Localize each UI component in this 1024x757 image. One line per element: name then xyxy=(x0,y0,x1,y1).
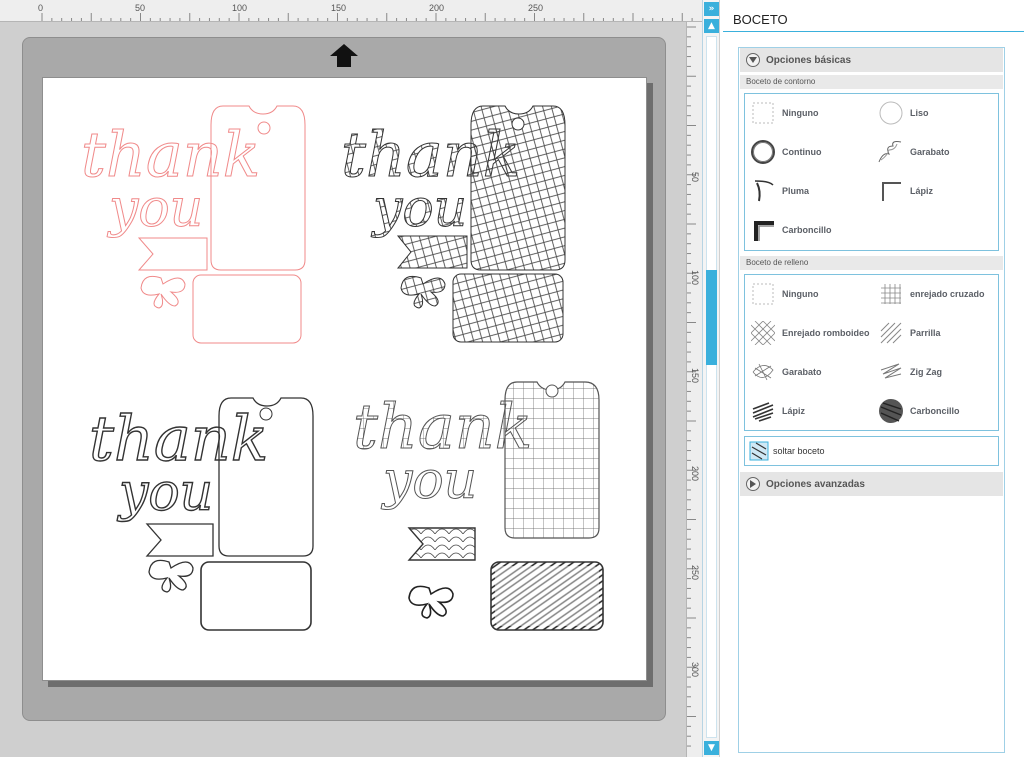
you-text: you xyxy=(107,179,203,239)
design-grid-scribble[interactable]: thank you xyxy=(353,381,604,631)
ruler-label: 200 xyxy=(690,466,700,482)
fill-option-enrejado-romboideo[interactable]: Enrejado romboideo xyxy=(745,316,871,350)
design-red-outline[interactable]: thank you xyxy=(81,105,306,344)
scribble-fill-icon xyxy=(749,358,777,386)
ruler-label: 300 xyxy=(690,662,700,678)
option-label: Continuo xyxy=(782,147,822,157)
outline-option-garabato[interactable]: Garabato xyxy=(873,135,999,169)
outline-option-carboncillo[interactable]: Carboncillo xyxy=(745,213,871,247)
fill-option-carboncillo[interactable]: Carboncillo xyxy=(873,394,999,428)
fill-option-parrilla[interactable]: Parrilla xyxy=(873,316,999,350)
basic-options-toggle[interactable]: Opciones básicas xyxy=(740,48,1003,72)
design-sketch-outline[interactable]: thank you xyxy=(88,397,314,631)
ruler-label: 50 xyxy=(690,172,700,183)
none-icon xyxy=(749,99,777,127)
fill-option-lapiz[interactable]: Lápiz xyxy=(745,394,871,428)
paper-sheet[interactable]: thank you thank you thank you thank you xyxy=(42,77,647,681)
outline-option-ninguno[interactable]: Ninguno xyxy=(745,96,871,130)
canvas-area[interactable]: 0 50 100 150 200 250 50 100 150 200 250 … xyxy=(0,0,719,757)
outline-option-continuo[interactable]: Continuo xyxy=(745,135,871,169)
horizontal-ruler: 0 50 100 150 200 250 xyxy=(0,0,702,22)
scribble-icon xyxy=(877,138,905,166)
fill-sketch-subtitle: Boceto de relleno xyxy=(740,256,1003,270)
fill-option-garabato[interactable]: Garabato xyxy=(745,355,871,389)
outline-option-pluma[interactable]: Pluma xyxy=(745,174,871,208)
expand-panel-button[interactable]: » xyxy=(704,2,719,16)
none-icon xyxy=(749,280,777,308)
you-text: you xyxy=(371,179,467,239)
ruler-label: 250 xyxy=(690,565,700,581)
design-artwork[interactable]: thank you thank you thank you thank you xyxy=(43,78,648,682)
panel-title: BOCETO xyxy=(733,12,788,27)
feed-direction-arrow-icon xyxy=(330,44,358,67)
vertical-scrollbar[interactable]: » ▲ ▼ xyxy=(702,0,719,757)
option-label: Carboncillo xyxy=(782,225,832,235)
vertical-ruler: 50 100 150 200 250 300 xyxy=(686,22,702,757)
release-sketch-icon xyxy=(749,441,769,461)
sketch-panel: BOCETO Opciones básicas Boceto de contor… xyxy=(719,0,1024,757)
collapse-triangle-down-icon xyxy=(746,53,760,67)
option-label: Liso xyxy=(910,108,929,118)
charcoal-corner-icon xyxy=(749,216,777,244)
ruler-label: 100 xyxy=(690,270,700,286)
app-window: 0 50 100 150 200 250 50 100 150 200 250 … xyxy=(0,0,1024,757)
option-label: Lápiz xyxy=(782,406,806,416)
fill-options-group: Ninguno enrejado cruzado Enrejado romboi… xyxy=(744,274,999,431)
option-label: Lápiz xyxy=(910,186,934,196)
ruler-ticks xyxy=(687,26,696,747)
basic-options-label: Opciones básicas xyxy=(766,54,852,66)
outline-option-lapiz[interactable]: Lápiz xyxy=(873,174,999,208)
option-label: Garabato xyxy=(910,147,950,157)
charcoal-fill-icon xyxy=(877,397,905,425)
option-label: Pluma xyxy=(782,186,810,196)
scroll-up-button[interactable]: ▲ xyxy=(704,19,719,33)
outline-sketch-subtitle: Boceto de contorno xyxy=(740,75,1003,89)
release-sketch-button[interactable]: soltar boceto xyxy=(744,436,999,466)
scroll-thumb[interactable] xyxy=(706,270,717,365)
triangle-down-icon: ▼ xyxy=(708,743,715,753)
panel-body: Opciones básicas Boceto de contorno Ning… xyxy=(738,47,1005,753)
smooth-circle-icon xyxy=(877,99,905,127)
you-text: you xyxy=(381,451,477,511)
option-label: Ninguno xyxy=(782,289,819,299)
advanced-options-toggle[interactable]: Opciones avanzadas xyxy=(740,472,1003,496)
outline-option-liso[interactable]: Liso xyxy=(873,96,999,130)
pen-icon xyxy=(749,177,777,205)
you-text: you xyxy=(117,463,213,523)
outline-options-group: Ninguno Liso Continuo Garabato Pluma Láp… xyxy=(744,93,999,251)
scroll-down-button[interactable]: ▼ xyxy=(704,741,719,755)
advanced-options-label: Opciones avanzadas xyxy=(766,478,865,490)
pencil-corner-icon xyxy=(877,177,905,205)
zigzag-icon xyxy=(877,358,905,386)
panel-header: BOCETO xyxy=(723,6,1024,32)
design-lattice-fill[interactable]: thank you xyxy=(341,105,566,343)
diamond-lattice-icon xyxy=(749,319,777,347)
fill-option-ninguno[interactable]: Ninguno xyxy=(745,277,871,311)
continuous-circle-icon xyxy=(749,138,777,166)
option-label: Parrilla xyxy=(910,328,941,338)
expand-triangle-right-icon xyxy=(746,477,760,491)
option-label: Enrejado romboideo xyxy=(782,328,870,338)
fill-option-zig-zag[interactable]: Zig Zag xyxy=(873,355,999,389)
triangle-up-icon: ▲ xyxy=(708,21,715,31)
ruler-label: 150 xyxy=(690,368,700,384)
ruler-ticks xyxy=(41,13,693,21)
release-sketch-label: soltar boceto xyxy=(773,446,825,456)
scroll-track[interactable] xyxy=(706,36,717,738)
option-label: enrejado cruzado xyxy=(910,289,985,299)
option-label: Garabato xyxy=(782,367,822,377)
fill-option-enrejado-cruzado[interactable]: enrejado cruzado xyxy=(873,277,999,311)
double-chevron-right-icon: » xyxy=(708,4,715,14)
grill-icon xyxy=(877,319,905,347)
crosshatch-icon xyxy=(877,280,905,308)
option-label: Carboncillo xyxy=(910,406,960,416)
option-label: Zig Zag xyxy=(910,367,942,377)
pencil-fill-icon xyxy=(749,397,777,425)
option-label: Ninguno xyxy=(782,108,819,118)
